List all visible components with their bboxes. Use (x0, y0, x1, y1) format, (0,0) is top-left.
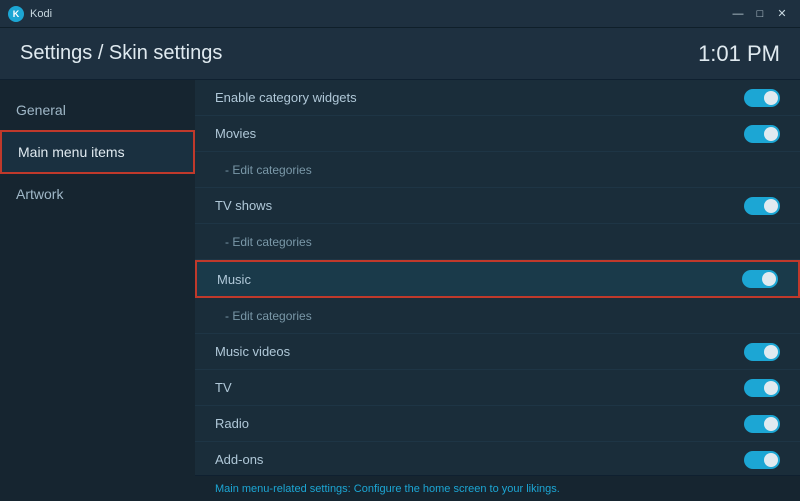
setting-label: TV (215, 380, 232, 395)
setting-row-movies-edit-categories[interactable]: - Edit categories (195, 152, 800, 188)
setting-label: TV shows (215, 198, 272, 213)
page-title: Settings / Skin settings (20, 42, 222, 65)
maximize-button[interactable]: □ (750, 6, 770, 22)
setting-label: Music videos (215, 344, 290, 359)
toggle-tv-shows[interactable] (744, 197, 780, 215)
title-bar-app-name: Kodi (30, 8, 52, 20)
setting-label: Radio (215, 416, 249, 431)
setting-label: Enable category widgets (215, 90, 357, 105)
setting-label: - Edit categories (215, 309, 312, 323)
title-bar: K Kodi — □ ✕ (0, 0, 800, 28)
sidebar-item-main-menu-items[interactable]: Main menu items (0, 130, 195, 174)
setting-row-music-videos[interactable]: Music videos (195, 334, 800, 370)
setting-label: Movies (215, 126, 256, 141)
status-text: Main menu-related settings: Configure th… (215, 483, 560, 495)
toggle-enable-category-widgets[interactable] (744, 89, 780, 107)
settings-list: Enable category widgets Movies - Edit ca… (195, 80, 800, 475)
sidebar-item-general[interactable]: General (0, 90, 195, 130)
setting-row-enable-category-widgets[interactable]: Enable category widgets (195, 80, 800, 116)
setting-row-tv-shows-edit-categories[interactable]: - Edit categories (195, 224, 800, 260)
main-layout: General Main menu items Artwork Enable c… (0, 80, 800, 501)
setting-row-music[interactable]: Music (195, 260, 800, 298)
status-bar: Main menu-related settings: Configure th… (195, 475, 800, 501)
toggle-tv[interactable] (744, 379, 780, 397)
toggle-add-ons[interactable] (744, 451, 780, 469)
setting-row-tv-shows[interactable]: TV shows (195, 188, 800, 224)
toggle-music[interactable] (742, 270, 778, 288)
sidebar: General Main menu items Artwork (0, 80, 195, 501)
title-bar-left: K Kodi (8, 6, 52, 22)
setting-row-music-edit-categories[interactable]: - Edit categories (195, 298, 800, 334)
header: Settings / Skin settings 1:01 PM (0, 28, 800, 80)
close-button[interactable]: ✕ (772, 6, 792, 22)
title-bar-controls: — □ ✕ (728, 6, 792, 22)
sidebar-item-artwork[interactable]: Artwork (0, 174, 195, 214)
toggle-movies[interactable] (744, 125, 780, 143)
setting-label: Music (217, 272, 251, 287)
clock: 1:01 PM (698, 41, 780, 67)
content-area: Enable category widgets Movies - Edit ca… (195, 80, 800, 501)
toggle-radio[interactable] (744, 415, 780, 433)
toggle-music-videos[interactable] (744, 343, 780, 361)
setting-label: - Edit categories (215, 163, 312, 177)
setting-row-radio[interactable]: Radio (195, 406, 800, 442)
setting-row-movies[interactable]: Movies (195, 116, 800, 152)
setting-row-tv[interactable]: TV (195, 370, 800, 406)
setting-row-add-ons[interactable]: Add-ons (195, 442, 800, 475)
kodi-logo-icon: K (8, 6, 24, 22)
setting-label: - Edit categories (215, 235, 312, 249)
minimize-button[interactable]: — (728, 6, 748, 22)
setting-label: Add-ons (215, 452, 263, 467)
